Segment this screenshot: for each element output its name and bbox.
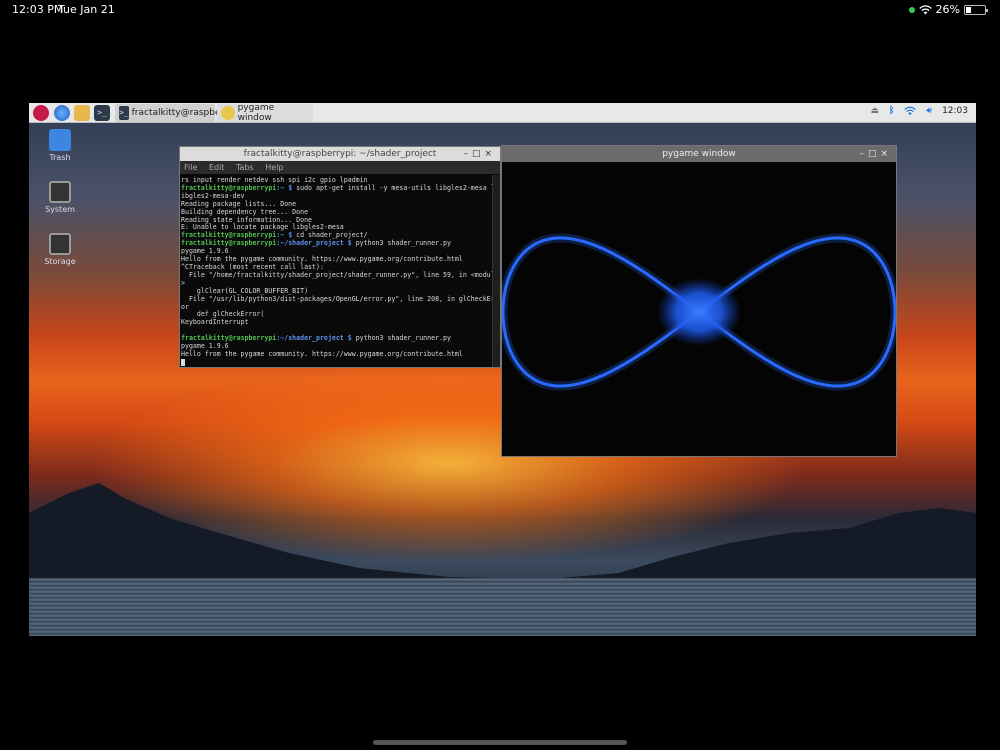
terminal-line-text: ibgles2-mesa-dev (181, 191, 245, 200)
network-wifi-icon[interactable] (904, 106, 917, 116)
prompt-path: :~/shader_project $ (276, 334, 352, 343)
prompt-path: :~ $ (276, 183, 293, 192)
ipad-status-bar: 12:03 PM Tue Jan 21 26% (0, 0, 1000, 18)
shader-glow-core (657, 278, 741, 346)
terminal-line-text: File "/usr/lib/python3/dist-packages/Ope… (181, 294, 492, 303)
volume-icon[interactable]: 🔊︎ (926, 106, 932, 116)
terminal-line-text: python3 shader_runner.py (351, 239, 451, 248)
wifi-icon (918, 4, 932, 14)
pygame-snake-icon (221, 106, 235, 120)
desktop-system-label: System (45, 205, 75, 214)
wallpaper-mountains (29, 483, 976, 583)
web-browser-icon[interactable] (54, 105, 70, 121)
drive-icon (49, 181, 71, 203)
drive-icon (49, 233, 71, 255)
terminal-titlebar[interactable]: fractalkitty@raspberrypi: ~/shader_proje… (180, 147, 500, 161)
bluetooth-icon[interactable]: ᛒ (889, 106, 894, 116)
pygame-window[interactable]: pygame window –□× (501, 145, 897, 457)
desktop-system[interactable]: System (35, 181, 85, 214)
maximize-icon[interactable]: □ (472, 149, 485, 159)
trash-icon (49, 129, 71, 151)
taskbar-clock[interactable]: 12:03 (942, 106, 968, 116)
terminal-line-text: pygame 1.9.6 (181, 247, 229, 256)
desktop-storage[interactable]: Storage (35, 233, 85, 266)
battery-level-fill (966, 6, 971, 13)
desktop-trash[interactable]: Trash (35, 129, 85, 162)
terminal-line-text: ^CTraceback (most recent call last): (181, 262, 324, 271)
raspberry-pi-taskbar: >_ >_ fractalkitty@raspberr... pygame wi… (29, 103, 976, 123)
terminal-line-text: > (181, 278, 185, 287)
prompt-user: fractalkitty@raspberrypi (181, 183, 277, 192)
terminal-title: fractalkitty@raspberrypi: ~/shader_proje… (243, 149, 437, 159)
raspberry-menu-icon[interactable] (33, 105, 49, 121)
terminal-line-text: Reading package lists... Done (181, 199, 297, 208)
prompt-user: fractalkitty@raspberrypi (181, 334, 277, 343)
camera-indicator-icon (908, 6, 915, 13)
shader-render-canvas[interactable] (502, 162, 896, 457)
taskbar-tray: ⏏ ᛒ 🔊︎ 12:03 (870, 106, 968, 116)
prompt-user: fractalkitty@raspberrypi (181, 231, 277, 240)
pygame-window-controls: –□× (859, 146, 892, 162)
eject-icon[interactable]: ⏏ (870, 106, 879, 116)
terminal-line: KeyboardInterrupt (181, 318, 491, 327)
terminal-line-text: KeyboardInterrupt (181, 318, 249, 327)
menu-file[interactable]: File (184, 163, 197, 172)
prompt-path: :~/shader_project $ (276, 239, 352, 248)
terminal-line-text: cd shader_project/ (292, 231, 368, 240)
desktop-trash-label: Trash (49, 153, 71, 162)
terminal-line-text: rs input render netdev ssh spi i2c gpio … (181, 176, 368, 184)
terminal-line-text: E: Unable to locate package libgles2-mes… (181, 223, 344, 232)
wallpaper-sea (29, 578, 976, 636)
terminal-cursor (181, 358, 185, 366)
terminal-line-text (181, 326, 185, 334)
terminal-menubar: File Edit Tabs Help (180, 161, 500, 174)
pygame-titlebar[interactable]: pygame window –□× (502, 146, 896, 162)
terminal-line-text: or (181, 302, 189, 311)
terminal-task-icon: >_ (119, 106, 129, 120)
menu-edit[interactable]: Edit (209, 163, 225, 172)
terminal-line: File "/usr/lib/python3/dist-packages/Ope… (181, 294, 492, 304)
minimize-icon[interactable]: – (859, 149, 868, 159)
remote-desktop: >_ >_ fractalkitty@raspberr... pygame wi… (29, 103, 976, 636)
maximize-icon[interactable]: □ (868, 149, 881, 159)
home-indicator[interactable] (373, 740, 627, 745)
battery-percent: 26% (935, 3, 960, 16)
terminal-line: File "/home/fractalkitty/shader_project/… (181, 270, 492, 280)
terminal-line: Hello from the pygame community. https:/… (181, 349, 491, 359)
desktop-storage-label: Storage (44, 257, 76, 266)
taskbar-pygame-label: pygame window (237, 103, 275, 123)
ipad-date: Tue Jan 21 (58, 3, 115, 16)
file-manager-icon[interactable] (74, 105, 90, 121)
taskbar-terminal-button[interactable]: >_ fractalkitty@raspberr... (115, 104, 235, 122)
terminal-line-text: Reading state information... Done (181, 215, 313, 224)
menu-tabs[interactable]: Tabs (236, 163, 254, 172)
minimize-icon[interactable]: – (463, 149, 472, 159)
menu-help[interactable]: Help (265, 163, 283, 172)
terminal-line-text: glClear(GL_COLOR_BUFFER_BIT) (181, 286, 309, 295)
terminal-line-text: Hello from the pygame community. https:/… (181, 255, 463, 264)
battery-icon (964, 4, 988, 15)
ipad-status-icons: 26% (908, 3, 988, 16)
ipad-clock: 12:03 PM (12, 3, 64, 16)
terminal-line-text: pygame 1.9.6 (181, 342, 229, 351)
terminal-window-controls: –□× (463, 147, 496, 161)
terminal-line-text: Building dependency tree... Done (181, 207, 309, 216)
terminal-line-text: python3 shader_runner.py (351, 334, 451, 343)
terminal-window[interactable]: fractalkitty@raspberrypi: ~/shader_proje… (179, 146, 501, 368)
close-icon[interactable]: × (880, 149, 892, 159)
terminal-line-text: Hello from the pygame community. https:/… (181, 349, 463, 358)
close-icon[interactable]: × (484, 149, 496, 159)
terminal-scrollbar[interactable] (492, 175, 500, 367)
terminal-launcher-icon[interactable]: >_ (94, 105, 110, 121)
prompt-path: :~ $ (276, 231, 293, 240)
terminal-cursor-line (181, 358, 491, 367)
taskbar-pygame-button[interactable]: pygame window (217, 103, 313, 123)
terminal-output[interactable]: rs input render netdev ssh spi i2c gpio … (180, 175, 492, 367)
prompt-user: fractalkitty@raspberrypi (181, 239, 277, 248)
pygame-title: pygame window (662, 149, 736, 159)
terminal-line-text: def glCheckError( (181, 310, 265, 319)
terminal-line-text: File "/home/fractalkitty/shader_project/… (181, 270, 492, 279)
terminal-line-text: sudo apt-get install -y mesa-utils libgl… (292, 183, 492, 192)
